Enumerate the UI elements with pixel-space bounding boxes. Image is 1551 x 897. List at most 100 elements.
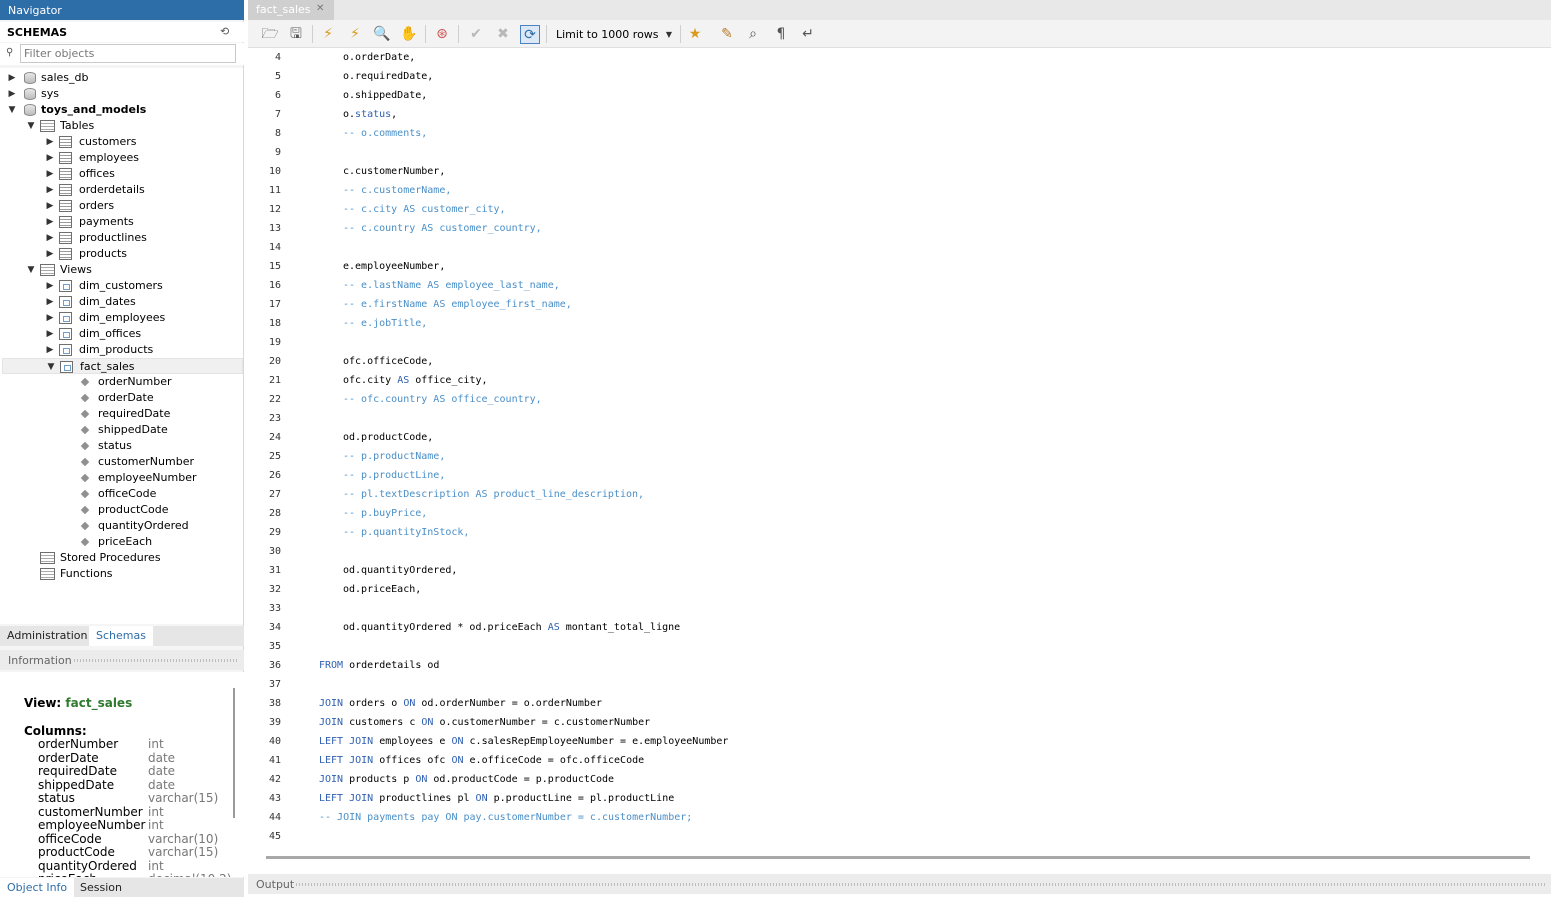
code-line[interactable]: c.customerNumber, — [343, 162, 445, 181]
tree-table[interactable]: ▶ orders — [0, 198, 243, 214]
tree-table[interactable]: ▶ productlines — [0, 230, 243, 246]
add-snippet-icon[interactable]: ★ — [685, 25, 705, 44]
save-icon[interactable]: 🖫 — [286, 25, 306, 44]
code-line[interactable]: -- e.lastName AS employee_last_name, — [343, 276, 560, 295]
expand-arrow-icon[interactable]: ▶ — [45, 150, 55, 166]
code-line[interactable]: o.shippedDate, — [343, 86, 427, 105]
expand-arrow-icon[interactable]: ▶ — [45, 278, 55, 294]
expand-arrow-icon[interactable]: ▶ — [45, 310, 55, 326]
code-line[interactable]: -- e.jobTitle, — [343, 314, 427, 333]
tree-table[interactable]: ▶ employees — [0, 150, 243, 166]
tree-column[interactable]: requiredDate — [0, 406, 243, 422]
tree-view[interactable]: ▶ dim_offices — [0, 326, 243, 342]
code-line[interactable]: od.productCode, — [343, 428, 433, 447]
tree-column[interactable]: orderNumber — [0, 374, 243, 390]
stop-icon[interactable]: ✋ — [399, 25, 419, 44]
tree-table[interactable]: ▶ offices — [0, 166, 243, 182]
tree-table[interactable]: ▶ payments — [0, 214, 243, 230]
rollback-icon[interactable]: ✖ — [493, 25, 513, 44]
code-line[interactable]: JOIN orders o ON od.orderNumber = o.orde… — [319, 694, 602, 713]
code-line[interactable]: LEFT JOIN employees e ON c.salesRepEmplo… — [319, 732, 728, 751]
limit-rows-select[interactable]: Limit to 1000 rows ▼ — [552, 25, 676, 44]
code-line[interactable]: -- p.quantityInStock, — [343, 523, 469, 542]
tab-fact-sales[interactable]: fact_sales ✕ — [248, 0, 334, 20]
tab-administration[interactable]: Administration — [0, 626, 95, 646]
tree-schema-sales-db[interactable]: ▶ sales_db — [0, 70, 243, 86]
expand-arrow-icon[interactable]: ▶ — [45, 294, 55, 310]
open-folder-icon[interactable]: 🗁 — [260, 25, 280, 44]
expand-arrow-icon[interactable]: ▶ — [7, 86, 17, 102]
tree-column[interactable]: officeCode — [0, 486, 243, 502]
expand-arrow-icon[interactable]: ▶ — [45, 214, 55, 230]
expand-arrow-icon[interactable]: ▶ — [45, 134, 55, 150]
expand-arrow-icon[interactable]: ▶ — [45, 230, 55, 246]
code-line[interactable]: JOIN customers c ON o.customerNumber = c… — [319, 713, 650, 732]
explain-icon[interactable]: 🔍 — [372, 25, 392, 44]
code-line[interactable]: -- c.customerName, — [343, 181, 451, 200]
tab-session[interactable]: Session — [73, 878, 129, 897]
tree-column[interactable]: shippedDate — [0, 422, 243, 438]
tree-column[interactable]: employeeNumber — [0, 470, 243, 486]
tree-column[interactable]: orderDate — [0, 390, 243, 406]
code-line[interactable]: LEFT JOIN productlines pl ON p.productLi… — [319, 789, 674, 808]
code-line[interactable]: -- c.city AS customer_city, — [343, 200, 506, 219]
code-line[interactable]: -- ofc.country AS office_country, — [343, 390, 542, 409]
tree-group-functions[interactable]: Functions — [0, 566, 243, 582]
editor-horizontal-scrollbar[interactable] — [266, 856, 1530, 859]
tab-schemas[interactable]: Schemas — [89, 626, 153, 646]
commit-icon[interactable]: ✔ — [466, 25, 486, 44]
tree-table[interactable]: ▶ orderdetails — [0, 182, 243, 198]
code-line[interactable]: -- o.comments, — [343, 124, 427, 143]
code-line[interactable]: -- p.buyPrice, — [343, 504, 427, 523]
code-line[interactable]: -- p.productLine, — [343, 466, 445, 485]
tree-view-selected[interactable]: ▼ fact_sales — [2, 358, 243, 374]
code-line[interactable]: -- JOIN payments pay ON pay.customerNumb… — [319, 808, 692, 827]
code-line[interactable]: o.orderDate, — [343, 48, 415, 67]
expand-arrow-icon[interactable]: ▶ — [7, 70, 17, 86]
information-scrollbar[interactable] — [233, 688, 235, 818]
expand-arrow-icon[interactable]: ▶ — [45, 246, 55, 262]
tree-column[interactable]: status — [0, 438, 243, 454]
expand-arrow-icon[interactable]: ▶ — [45, 342, 55, 358]
find-icon[interactable]: ⌕ — [743, 25, 763, 44]
toggle-error-icon[interactable]: ⊛ — [432, 25, 452, 44]
code-line[interactable]: od.quantityOrdered * od.priceEach AS mon… — [343, 618, 680, 637]
sql-editor[interactable]: 4 o.orderDate, 5 o.requiredDate, 6 o.shippedD… — [248, 48, 1551, 848]
invisible-characters-icon[interactable]: ¶ — [771, 25, 791, 44]
collapse-arrow-icon[interactable]: ▼ — [46, 359, 56, 375]
tree-view[interactable]: ▶ dim_employees — [0, 310, 243, 326]
tree-view[interactable]: ▶ dim_customers — [0, 278, 243, 294]
collapse-arrow-icon[interactable]: ▼ — [26, 262, 36, 278]
execute-current-icon[interactable]: ⚡ — [345, 25, 365, 44]
expand-arrow-icon[interactable]: ▶ — [45, 182, 55, 198]
tree-group-tables[interactable]: ▼ Tables — [0, 118, 243, 134]
code-line[interactable]: e.employeeNumber, — [343, 257, 445, 276]
code-line[interactable]: o.requiredDate, — [343, 67, 433, 86]
expand-arrow-icon[interactable]: ▶ — [45, 166, 55, 182]
code-line[interactable]: -- c.country AS customer_country, — [343, 219, 542, 238]
tree-table[interactable]: ▶ products — [0, 246, 243, 262]
tree-table[interactable]: ▶ customers — [0, 134, 243, 150]
execute-icon[interactable]: ⚡ — [318, 25, 338, 44]
tab-object-info[interactable]: Object Info — [0, 878, 75, 897]
tree-view[interactable]: ▶ dim_dates — [0, 294, 243, 310]
tree-schema-sys[interactable]: ▶ sys — [0, 86, 243, 102]
tree-column[interactable]: productCode — [0, 502, 243, 518]
code-line[interactable]: JOIN products p ON od.productCode = p.pr… — [319, 770, 614, 789]
tree-group-stored-procedures[interactable]: Stored Procedures — [0, 550, 243, 566]
code-line[interactable]: od.priceEach, — [343, 580, 421, 599]
filter-objects-input[interactable] — [20, 44, 236, 63]
tree-column[interactable]: quantityOrdered — [0, 518, 243, 534]
code-line[interactable]: ofc.city AS office_city, — [343, 371, 488, 390]
tree-column[interactable]: priceEach — [0, 534, 243, 550]
word-wrap-icon[interactable]: ↵ — [798, 25, 818, 44]
code-line[interactable]: ofc.officeCode, — [343, 352, 433, 371]
code-line[interactable]: FROM orderdetails od — [319, 656, 439, 675]
code-line[interactable]: LEFT JOIN offices ofc ON e.officeCode = … — [319, 751, 644, 770]
expand-arrow-icon[interactable]: ▶ — [45, 198, 55, 214]
tree-schema-toys-and-models[interactable]: ▼ toys_and_models — [0, 102, 243, 118]
refresh-icon[interactable]: ⟲ — [220, 25, 232, 38]
code-line[interactable]: od.quantityOrdered, — [343, 561, 457, 580]
collapse-arrow-icon[interactable]: ▼ — [26, 118, 36, 134]
code-line[interactable]: -- pl.textDescription AS product_line_de… — [343, 485, 644, 504]
